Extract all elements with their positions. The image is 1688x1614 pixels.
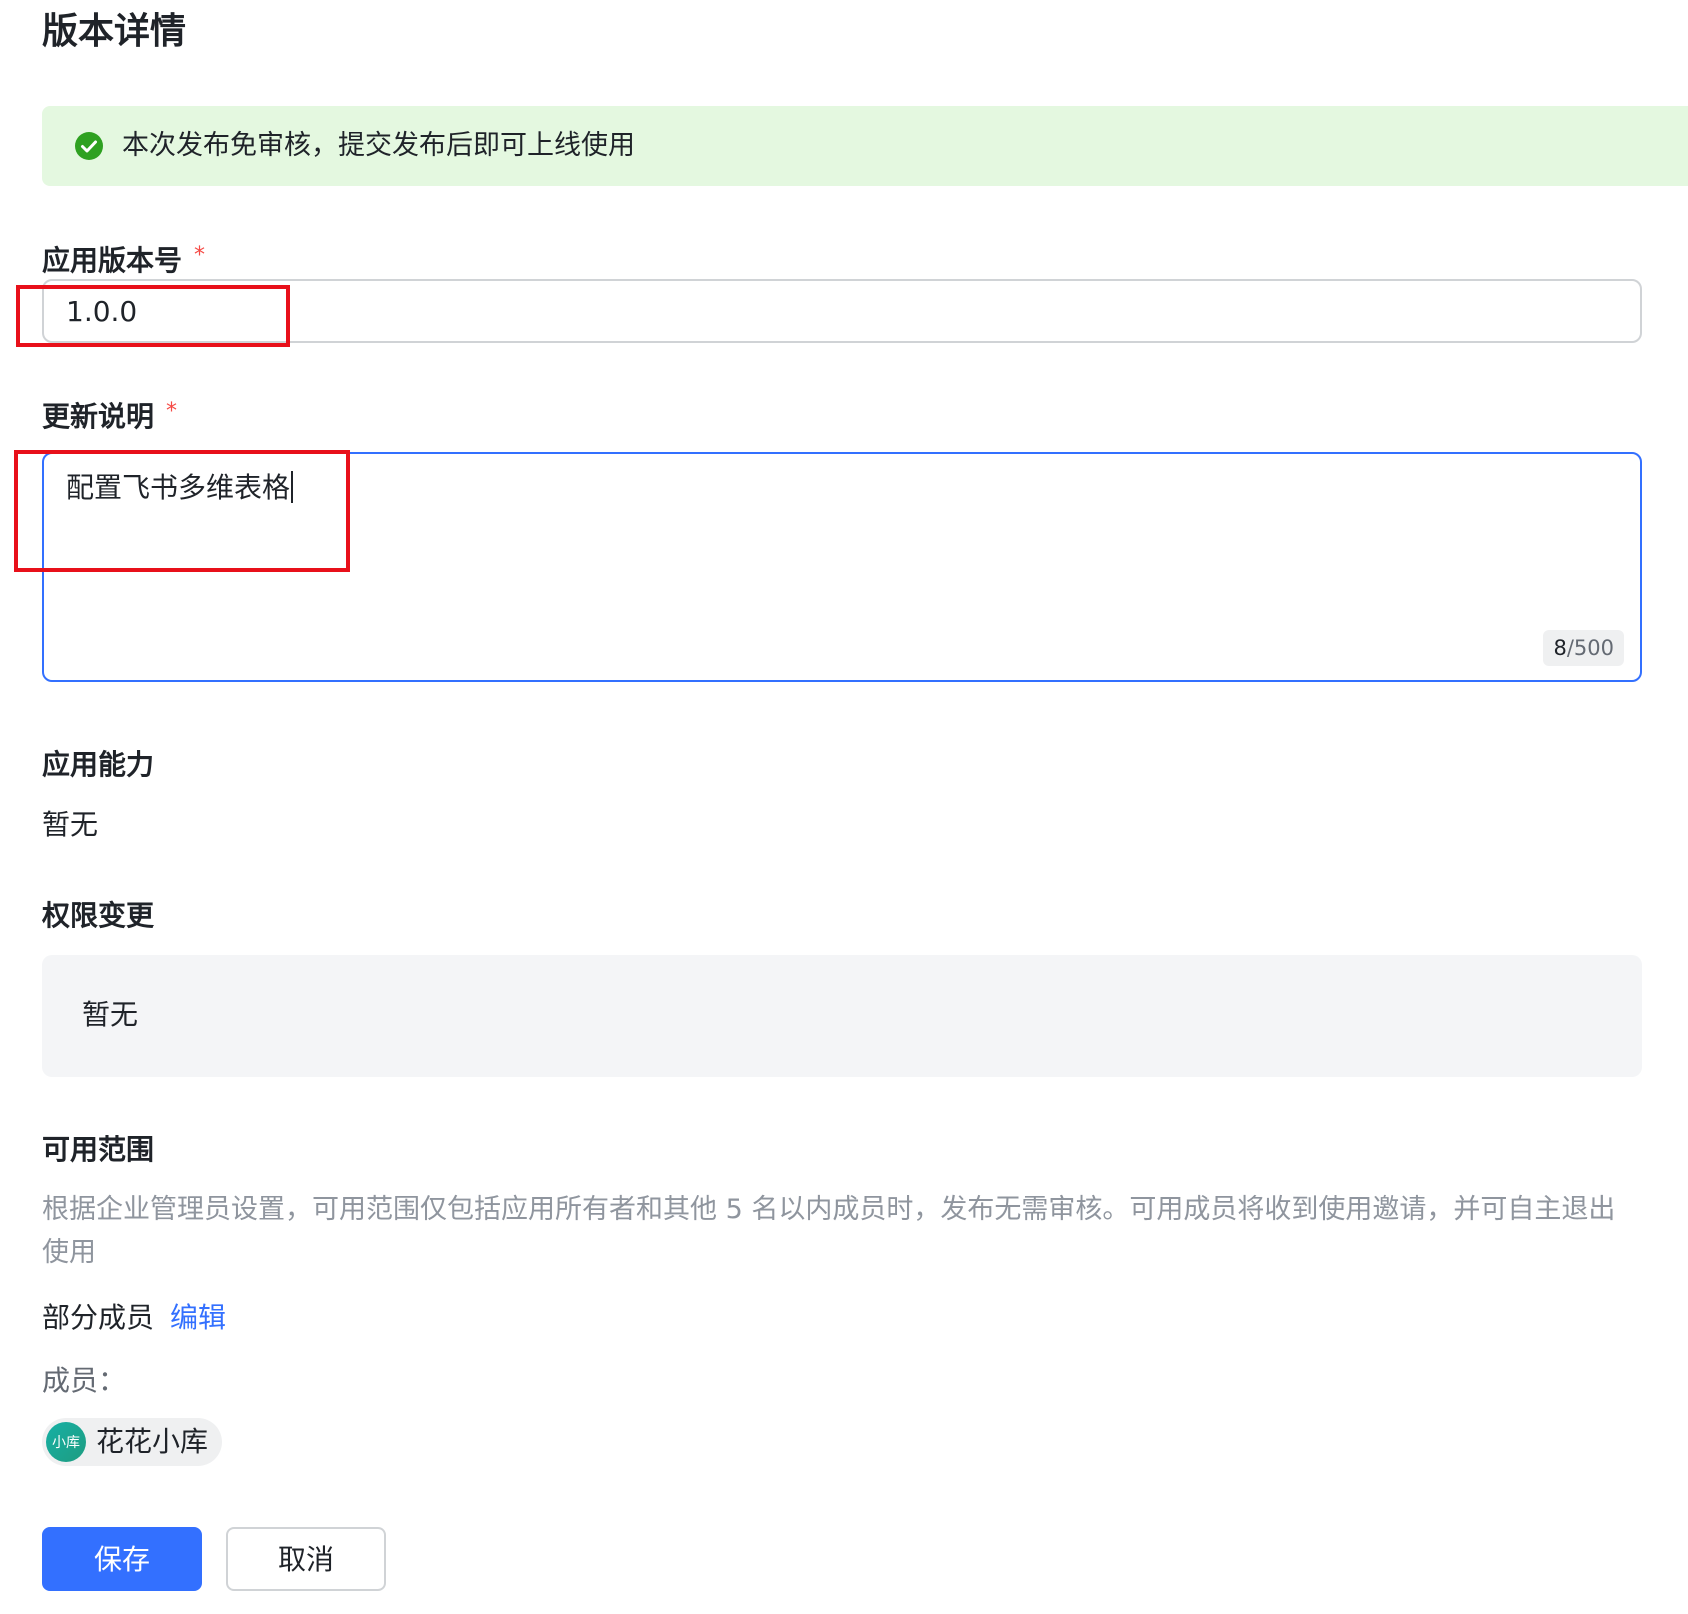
save-button[interactable]: 保存	[42, 1527, 202, 1591]
cancel-button[interactable]: 取消	[226, 1527, 386, 1591]
required-mark: *	[166, 399, 178, 424]
char-max: /500	[1566, 636, 1614, 660]
version-label-text: 应用版本号	[42, 244, 183, 277]
scope-description: 根据企业管理员设置，可用范围仅包括应用所有者和其他 5 名以内成员时，发布无需审…	[42, 1194, 1616, 1268]
permissions-value: 暂无	[82, 998, 139, 1031]
scope-label: 可用范围	[42, 1133, 155, 1166]
permissions-panel: 暂无	[42, 955, 1642, 1077]
char-count: 8	[1553, 636, 1567, 660]
scope-mode-row: 部分成员 编辑	[42, 1298, 226, 1338]
release-notes-label-text: 更新说明	[42, 400, 155, 433]
version-input[interactable]	[42, 279, 1642, 343]
char-counter: 8/500	[1543, 630, 1624, 666]
release-notes-text: 配置飞书多维表格	[66, 471, 291, 504]
release-notes-value: 配置飞书多维表格	[66, 466, 294, 510]
check-circle-icon	[75, 132, 103, 160]
avatar: 小库	[46, 1422, 86, 1462]
capabilities-label: 应用能力	[42, 748, 155, 781]
release-notes-textarea[interactable]: 配置飞书多维表格 8/500	[42, 452, 1642, 682]
edit-scope-link[interactable]: 编辑	[170, 1301, 226, 1334]
text-caret	[291, 471, 294, 503]
member-name: 花花小库	[96, 1425, 209, 1458]
notice-text: 本次发布免审核，提交发布后即可上线使用	[122, 130, 635, 161]
publish-notice-banner: 本次发布免审核，提交发布后即可上线使用	[42, 106, 1688, 186]
required-mark: *	[194, 243, 206, 268]
capabilities-value: 暂无	[42, 808, 99, 841]
members-label: 成员：	[42, 1364, 127, 1397]
permissions-label: 权限变更	[42, 899, 155, 932]
page-title: 版本详情	[42, 11, 187, 52]
release-notes-label: 更新说明 *	[42, 392, 177, 437]
member-chip[interactable]: 小库 花花小库	[42, 1418, 223, 1466]
scope-mode: 部分成员	[42, 1301, 155, 1334]
version-label: 应用版本号 *	[42, 236, 205, 281]
